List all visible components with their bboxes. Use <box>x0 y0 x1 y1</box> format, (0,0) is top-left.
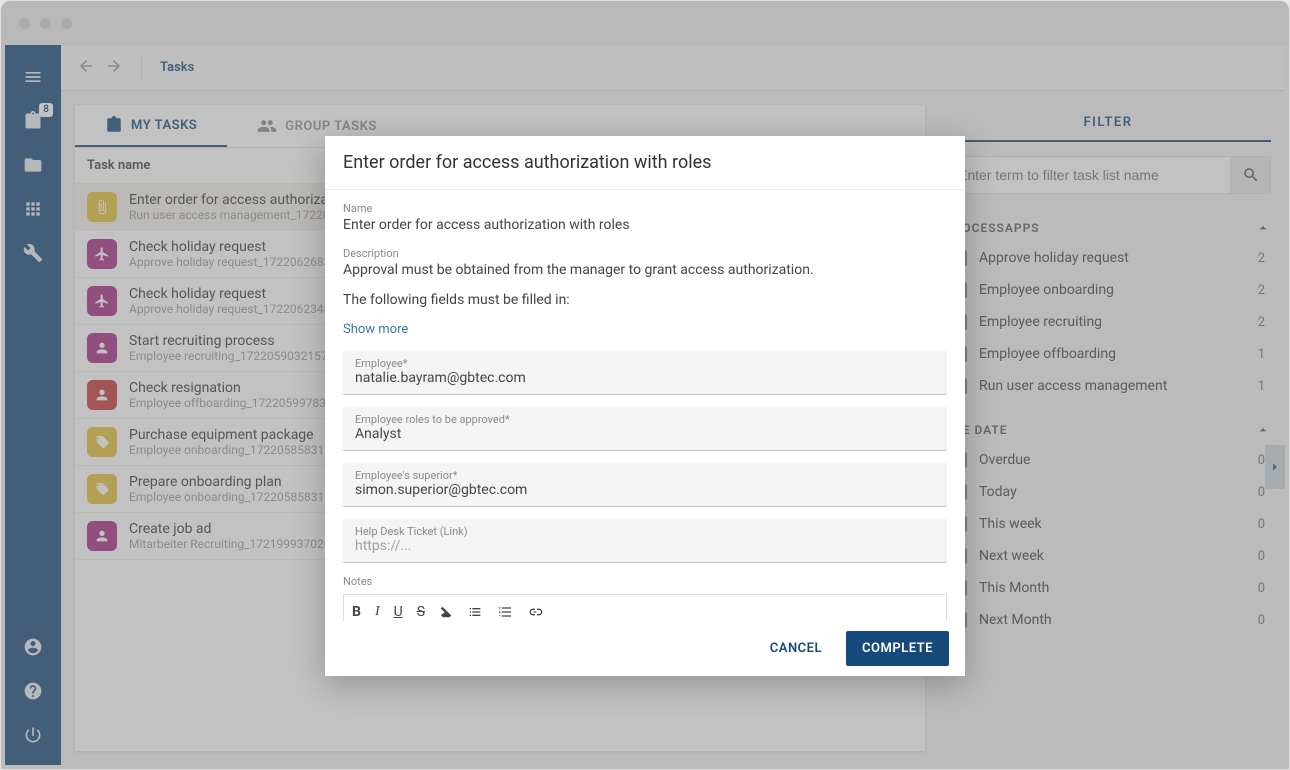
ticket-field[interactable]: Help Desk Ticket (Link) https://... <box>343 519 947 563</box>
field-placeholder: https://... <box>355 538 935 554</box>
modal-title: Enter order for access authorization wit… <box>325 136 965 190</box>
field-label: Help Desk Ticket (Link) <box>355 525 935 538</box>
number-list-icon[interactable] <box>497 604 513 620</box>
field-value: Analyst <box>355 426 935 442</box>
name-value: Enter order for access authorization wit… <box>343 217 947 233</box>
field-value: simon.superior@gbtec.com <box>355 482 935 498</box>
strikethrough-icon[interactable]: S <box>417 604 425 620</box>
superior-field[interactable]: Employee's superior* simon.superior@gbte… <box>343 463 947 507</box>
field-label: Employee* <box>355 357 935 370</box>
browser-frame: 8 <box>0 0 1290 770</box>
desc-line: Approval must be obtained from the manag… <box>343 262 947 278</box>
roles-field[interactable]: Employee roles to be approved* Analyst <box>343 407 947 451</box>
underline-icon[interactable]: U <box>394 604 403 620</box>
notes-toolbar: B I U S <box>343 594 947 621</box>
bullet-list-icon[interactable] <box>467 604 483 620</box>
modal-footer: CANCEL COMPLETE <box>325 621 965 676</box>
name-label: Name <box>343 202 947 215</box>
modal-body: Name Enter order for access authorizatio… <box>325 190 965 621</box>
employee-field[interactable]: Employee* natalie.bayram@gbtec.com <box>343 351 947 395</box>
highlight-icon[interactable] <box>439 605 453 619</box>
bold-icon[interactable]: B <box>352 604 361 620</box>
link-icon[interactable] <box>527 604 543 620</box>
italic-icon[interactable]: I <box>375 604 380 620</box>
desc-line: The following fields must be filled in: <box>343 292 947 308</box>
desc-label: Description <box>343 247 947 260</box>
modal-overlay: Enter order for access authorization wit… <box>1 1 1289 769</box>
cancel-button[interactable]: CANCEL <box>760 633 832 664</box>
task-modal: Enter order for access authorization wit… <box>325 136 965 676</box>
show-more-link[interactable]: Show more <box>343 322 947 337</box>
complete-button[interactable]: COMPLETE <box>846 631 949 666</box>
field-value: natalie.bayram@gbtec.com <box>355 370 935 386</box>
field-label: Employee roles to be approved* <box>355 413 935 426</box>
notes-label: Notes <box>343 575 947 588</box>
field-label: Employee's superior* <box>355 469 935 482</box>
